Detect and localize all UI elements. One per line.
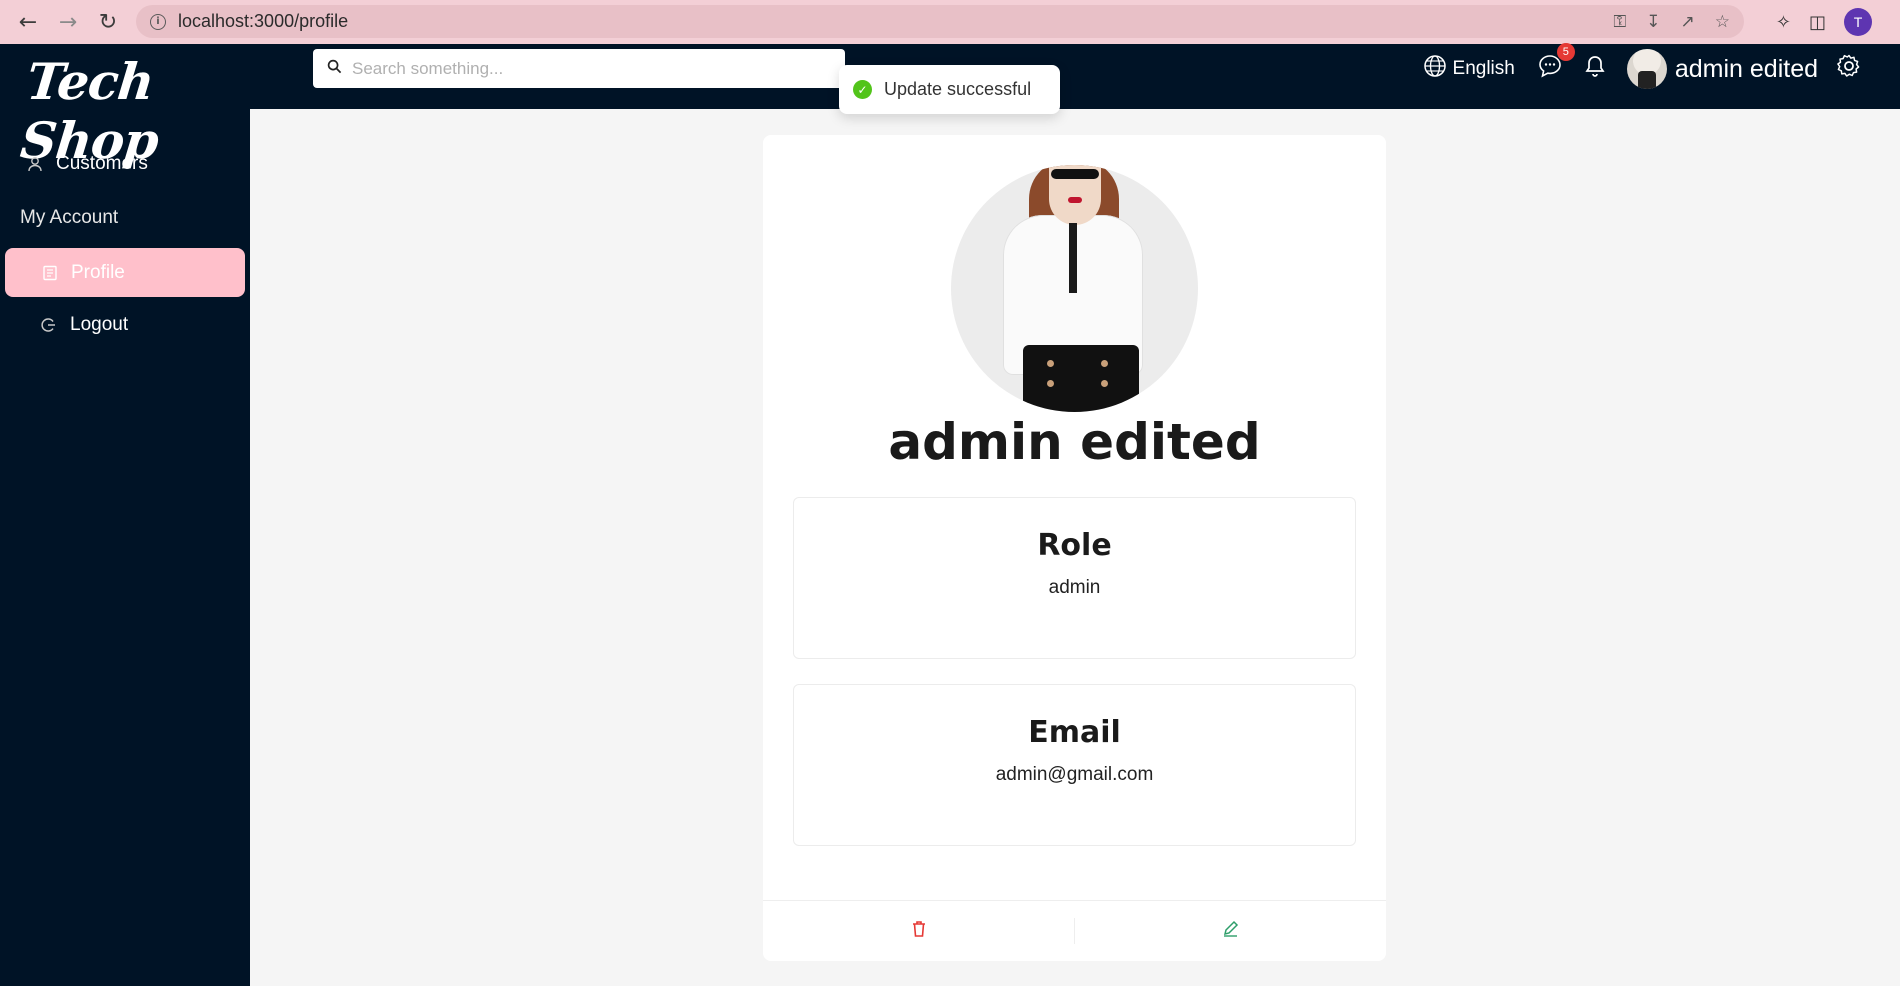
gear-icon[interactable]: [1836, 53, 1862, 86]
messages-badge: 5: [1556, 43, 1575, 61]
user-icon: [26, 155, 44, 173]
toast-message: Update successful: [884, 79, 1032, 99]
bookmark-star-icon[interactable]: ☆: [1715, 12, 1730, 32]
toast-notification: ✓ Update successful: [839, 65, 1060, 114]
role-label: Role: [1037, 528, 1112, 563]
browser-profile-avatar[interactable]: T: [1844, 8, 1872, 36]
bell-icon: [1583, 56, 1607, 84]
key-icon[interactable]: ⚿: [1613, 12, 1626, 32]
language-selector[interactable]: English: [1423, 54, 1515, 84]
card-actions: [763, 900, 1386, 961]
sidebar-item-label: Logout: [70, 314, 129, 335]
role-value: admin: [1048, 577, 1101, 598]
sidebar-item-customers[interactable]: Customers: [26, 153, 148, 175]
trash-icon: [911, 920, 927, 943]
role-box: Role admin: [793, 497, 1356, 659]
sidebar-item-logout[interactable]: Logout: [40, 314, 128, 336]
url-text: localhost:3000/profile: [178, 11, 349, 31]
logout-icon: [40, 316, 58, 334]
sidebar-section-my-account: My Account: [20, 207, 119, 228]
email-value: admin@gmail.com: [995, 764, 1154, 785]
email-box: Email admin@gmail.com: [793, 684, 1356, 846]
sidebar-item-label: Customers: [56, 153, 148, 174]
back-icon[interactable]: ←: [8, 2, 48, 42]
topbar-actions: English 5 admin edited: [1423, 43, 1900, 94]
language-label: English: [1452, 58, 1515, 79]
avatar: [1626, 49, 1667, 89]
profile-icon: [41, 264, 59, 282]
extensions-icon[interactable]: ✧: [1776, 12, 1791, 33]
search-icon: [327, 59, 342, 78]
forward-icon[interactable]: →: [48, 2, 88, 42]
search-box[interactable]: [313, 49, 845, 88]
profile-avatar: [951, 165, 1198, 412]
profile-card: admin edited Role admin Email admin@gmai…: [763, 135, 1386, 961]
reload-icon[interactable]: ↻: [88, 2, 128, 42]
browser-toolbar: ← → ↻ i localhost:3000/profile ⚿ ↧ ↗ ☆ ✧…: [0, 0, 1900, 44]
notifications-button[interactable]: [1583, 54, 1607, 84]
profile-name: admin edited: [888, 413, 1261, 471]
messages-button[interactable]: 5: [1537, 43, 1575, 85]
globe-icon: [1423, 54, 1447, 84]
user-name: admin edited: [1674, 54, 1818, 83]
sidebar: Tech Shop Customers My Account Profile L…: [0, 44, 250, 986]
install-icon[interactable]: ↧: [1646, 12, 1660, 32]
chat-icon: [1537, 55, 1563, 85]
sidebar-item-label: Profile: [71, 261, 125, 283]
sidebar-item-profile[interactable]: Profile: [5, 248, 245, 297]
email-label: Email: [1028, 715, 1121, 750]
site-info-icon[interactable]: i: [150, 13, 166, 30]
edit-button[interactable]: [1075, 901, 1386, 961]
address-bar[interactable]: i localhost:3000/profile ⚿ ↧ ↗ ☆: [136, 5, 1744, 38]
success-check-icon: ✓: [853, 80, 872, 99]
delete-button[interactable]: [763, 901, 1074, 961]
user-menu[interactable]: admin edited: [1626, 49, 1818, 89]
share-icon[interactable]: ↗: [1681, 12, 1695, 32]
pencil-icon: [1222, 920, 1239, 942]
search-input[interactable]: [352, 58, 812, 79]
side-panel-icon[interactable]: ◫: [1809, 12, 1826, 33]
top-navbar: English 5 admin edited: [250, 43, 1900, 109]
